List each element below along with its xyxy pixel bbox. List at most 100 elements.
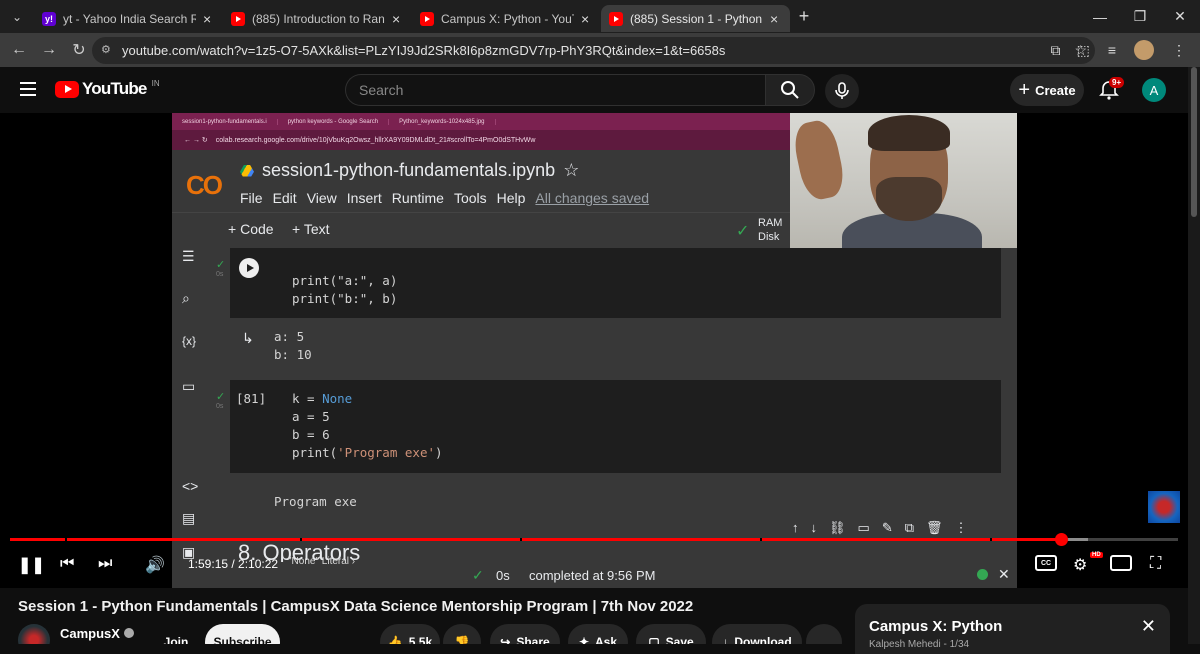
notebook-title-text: session1-python-fundamentals.ipynb [262, 160, 556, 180]
cell-prompt: [81] [236, 391, 267, 406]
cell-success-check: ✓ 0s [216, 259, 226, 278]
subtitles-icon[interactable]: CC [1035, 555, 1057, 571]
create-label: Create [1035, 82, 1076, 98]
like-button[interactable]: 👍 5.5k [380, 624, 440, 644]
install-app-icon[interactable]: ⧉ [1050, 42, 1060, 59]
reload-icon[interactable]: ↻ [64, 40, 94, 60]
search-button[interactable] [765, 74, 815, 106]
yahoo-icon: y! [42, 11, 56, 26]
reading-list-icon[interactable]: ≡ [1108, 42, 1116, 58]
back-icon[interactable]: ← [4, 41, 34, 59]
settings-gear-icon[interactable]: ⚙ [1073, 555, 1087, 575]
more-icon: ⋮ [954, 520, 968, 535]
dislike-button[interactable]: 👎 [443, 624, 481, 644]
pause-icon[interactable]: ❚❚ [18, 555, 45, 575]
ask-label: Ask [595, 635, 618, 644]
browser-tab-random-forest[interactable]: (885) Introduction to Random F × [223, 5, 412, 32]
close-icon[interactable]: ✕ [1141, 616, 1156, 637]
scrollbar-thumb[interactable] [1191, 67, 1197, 217]
thumbs-up-icon: 👍 [387, 635, 403, 644]
end-screen-thumbnail[interactable] [1148, 491, 1180, 523]
site-info-icon[interactable]: ⚙ [101, 43, 115, 57]
colab-nav-icons: ← → ↻ [184, 137, 208, 144]
video-title: Session 1 - Python Fundamentals | Campus… [18, 598, 694, 615]
chapter-marker [300, 538, 302, 541]
youtube-logo[interactable]: YouTube IN [55, 79, 160, 99]
extensions-icon[interactable]: ⬚ [1077, 42, 1090, 59]
url-text: youtube.com/watch?v=1z5-O7-5AXk&list=PLz… [122, 43, 726, 58]
tab-title: Campus X: Python - YouTube [441, 11, 574, 26]
progress-bar[interactable] [10, 533, 1178, 546]
chapter-marker [990, 538, 992, 541]
channel-name[interactable]: CampusX [60, 626, 134, 641]
save-icon: ▢ [648, 635, 660, 644]
edit-icon: ✎ [881, 520, 893, 535]
subscribe-button[interactable]: Subscribe [205, 624, 280, 644]
video-player[interactable]: session1-python-fundamentals.i python ke… [0, 113, 1188, 588]
browser-tab-yahoo[interactable]: y! yt - Yahoo India Search Results × [34, 5, 223, 32]
menu-icon[interactable] [20, 82, 36, 96]
run-cell-icon [239, 258, 259, 278]
search-input[interactable]: Search [345, 74, 765, 106]
minimize-icon[interactable]: — [1080, 9, 1120, 25]
output-line: a: 5 [274, 329, 305, 344]
fullscreen-icon[interactable]: ⛶ [1150, 555, 1161, 573]
presenter-beard [876, 177, 942, 221]
thumbs-down-icon: 👎 [454, 635, 470, 644]
browser-toolbar: ← → ↻ ⚙ youtube.com/watch?v=1z5-O7-5AXk&… [0, 33, 1200, 67]
close-icon[interactable]: × [581, 11, 593, 27]
browser-tab-session1[interactable]: (885) Session 1 - Python Fu × [601, 5, 790, 32]
restore-icon[interactable]: ❐ [1120, 8, 1160, 25]
chapter-text: "None" Literal [288, 556, 350, 567]
chapter-title[interactable]: "None" Literal › [288, 556, 355, 567]
share-icon: ↪ [500, 635, 511, 644]
folder-icon: ▭ [182, 378, 196, 394]
save-button[interactable]: ▢ Save [636, 624, 706, 644]
ask-button[interactable]: ✦ Ask [568, 624, 628, 644]
download-button[interactable]: ↓ Download [712, 624, 802, 644]
star-icon: ☆ [563, 160, 580, 180]
playlist-title[interactable]: Campus X: Python [869, 618, 1002, 635]
output-icon: ↳ [242, 330, 254, 346]
link-icon: ⛓ [829, 520, 846, 535]
next-icon[interactable]: ⏭ [98, 555, 112, 573]
toc-icon: ☰ [182, 248, 195, 264]
browser-menu-icon[interactable]: ⋮ [1172, 42, 1186, 59]
channel-avatar[interactable] [18, 624, 50, 644]
voice-search-button[interactable] [825, 74, 859, 108]
chapter-marker [65, 538, 67, 541]
cell-toolbar: ↑ ↓ ⛓ ▭ ✎ ⧉ 🗑 ⋮ [792, 520, 968, 536]
close-icon[interactable]: × [203, 11, 215, 27]
previous-icon[interactable]: ⏮ [60, 555, 74, 573]
ram-disk-indicator: RAM Disk [758, 216, 782, 244]
page-scrollbar[interactable] [1188, 67, 1200, 644]
colab-logo-text: CO [186, 170, 223, 200]
colab-toolbar: + Code + Text ✓ RAM Disk [172, 212, 790, 248]
comment-icon: ▭ [857, 520, 870, 535]
share-button[interactable]: ↪ Share [490, 624, 560, 644]
close-icon[interactable]: × [392, 11, 404, 27]
tab-search-dropdown-icon[interactable]: ⌄ [0, 0, 34, 33]
account-avatar[interactable]: A [1142, 78, 1166, 102]
notebook-title: session1-python-fundamentals.ipynb ☆ [240, 160, 579, 181]
code-line: print("a:", a) [292, 273, 398, 288]
menu-tools: Tools [453, 190, 487, 206]
join-button[interactable]: Join [152, 624, 200, 644]
volume-icon[interactable]: 🔊 [145, 555, 165, 575]
browser-tab-campusx-python[interactable]: Campus X: Python - YouTube × [412, 5, 601, 32]
theater-mode-icon[interactable] [1110, 555, 1132, 571]
profile-avatar[interactable] [1134, 40, 1154, 60]
close-icon[interactable]: × [770, 11, 782, 27]
more-actions-button[interactable]: ... [806, 624, 842, 644]
close-window-icon[interactable]: ✕ [1160, 8, 1200, 25]
menu-runtime: Runtime [391, 190, 444, 206]
code-line: print('Program exe') [292, 444, 443, 462]
address-bar[interactable]: ⚙ youtube.com/watch?v=1z5-O7-5AXk&list=P… [92, 37, 1095, 64]
new-tab-button[interactable]: + [790, 6, 818, 27]
join-label: Join [163, 635, 189, 644]
create-button[interactable]: + Create [1010, 74, 1084, 106]
colab-browser-tabs: session1-python-fundamentals.i python ke… [172, 113, 790, 130]
forward-icon[interactable]: → [34, 41, 64, 59]
time-display: 1:59:15 / 2:10:22 [188, 557, 279, 571]
exec-time: 0s [216, 271, 224, 278]
